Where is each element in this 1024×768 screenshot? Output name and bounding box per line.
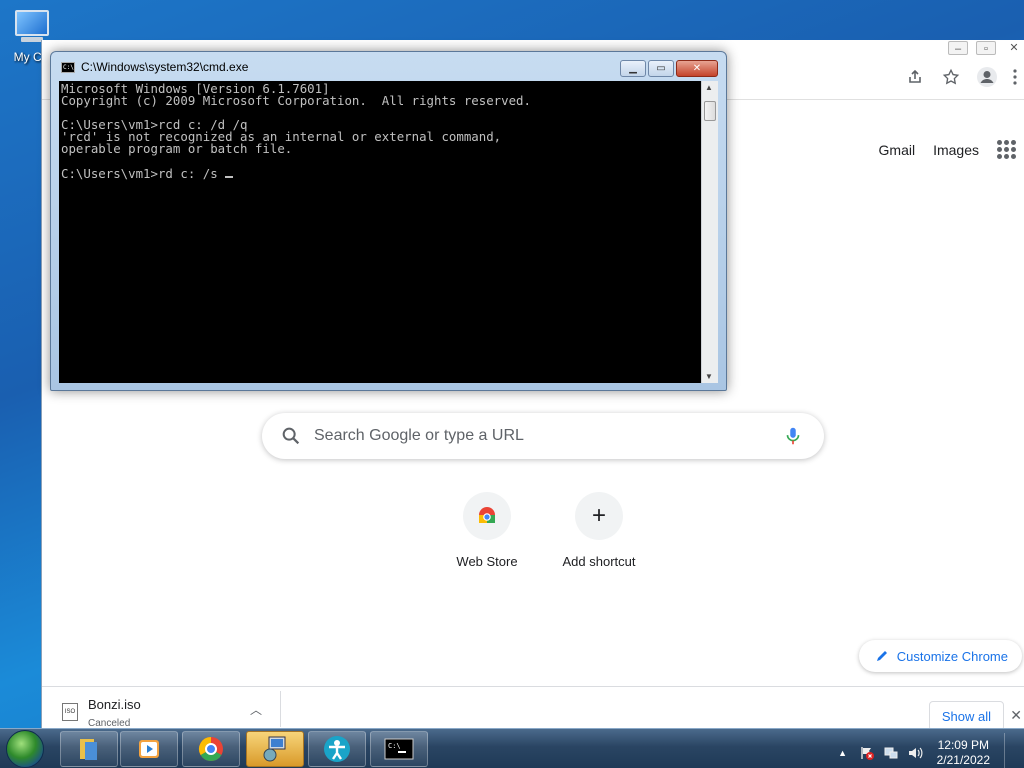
close-button[interactable]: ✕: [1004, 41, 1024, 55]
cmd-minimize-button[interactable]: ▁: [620, 60, 646, 77]
console-prompt-line[interactable]: C:\Users\vm1>rd c: /s: [61, 165, 699, 181]
taskbar-explorer[interactable]: [60, 731, 118, 767]
images-link[interactable]: Images: [933, 142, 979, 158]
text-cursor: [225, 175, 234, 178]
shortcut-web-store[interactable]: Web Store: [431, 492, 543, 569]
show-all-button[interactable]: Show all: [928, 701, 1004, 731]
shortcut-add[interactable]: + Add shortcut: [543, 492, 655, 569]
start-button[interactable]: [6, 730, 44, 768]
search-icon: [282, 427, 300, 445]
command-prompt-icon: C:\: [384, 738, 414, 760]
microphone-icon[interactable]: [782, 425, 804, 447]
cmd-maximize-button[interactable]: ▭: [648, 60, 674, 77]
clock[interactable]: 12:09 PM 2/21/2022: [937, 738, 990, 768]
search-input[interactable]: [314, 427, 782, 445]
scroll-down-arrow-icon[interactable]: ▼: [705, 372, 713, 381]
google-top-links: Gmail Images: [879, 140, 1016, 159]
clock-time: 12:09 PM: [937, 738, 989, 752]
share-icon[interactable]: [904, 66, 926, 88]
gmail-link[interactable]: Gmail: [879, 142, 916, 158]
more-menu-icon[interactable]: [1012, 66, 1018, 88]
cmd-icon: C:\: [61, 61, 75, 73]
search-box[interactable]: [262, 413, 824, 459]
cmd-scrollbar[interactable]: ▲ ▼: [701, 81, 718, 383]
cmd-close-button[interactable]: ✕: [676, 60, 718, 77]
download-shelf: ISO Bonzi.iso Canceled ︿ Show all ✕: [42, 686, 1024, 731]
scroll-thumb[interactable]: [704, 101, 716, 121]
taskbar-media-player[interactable]: [120, 731, 178, 767]
minimize-button[interactable]: –: [948, 41, 968, 55]
plus-icon: +: [575, 492, 623, 540]
volume-icon[interactable]: [907, 745, 923, 761]
taskbar-cmd[interactable]: C:\: [370, 731, 428, 767]
svg-text:C:\: C:\: [388, 742, 401, 750]
chrome-icon: [198, 737, 223, 762]
close-icon[interactable]: ✕: [1010, 707, 1022, 724]
iso-file-icon: ISO: [62, 703, 78, 721]
clock-date: 2/21/2022: [936, 753, 990, 767]
chevron-up-icon[interactable]: ︿: [250, 701, 262, 718]
download-file-name: Bonzi.iso: [88, 697, 141, 712]
taskbar-installer[interactable]: [246, 731, 304, 767]
profile-avatar-icon[interactable]: [976, 66, 998, 88]
cmd-window: C:\ C:\Windows\system32\cmd.exe ▁ ▭ ✕ Mi…: [50, 51, 727, 391]
console-output[interactable]: Microsoft Windows [Version 6.1.7601] Copy…: [59, 81, 701, 383]
divider: [280, 691, 281, 727]
show-desktop-button[interactable]: [1004, 733, 1016, 768]
taskbar-chrome[interactable]: [182, 731, 240, 767]
console-line: C:\Users\vm1>rd c: /s: [61, 165, 226, 181]
shortcut-label: Add shortcut: [562, 554, 636, 569]
person-circle-icon: [324, 736, 350, 762]
shortcut-label: Web Store: [456, 554, 518, 569]
maximize-button[interactable]: ▫: [976, 41, 996, 55]
scroll-up-arrow-icon[interactable]: ▲: [705, 83, 713, 92]
web-store-icon: [463, 492, 511, 540]
pencil-icon: [876, 651, 887, 661]
computer-icon: [9, 8, 53, 44]
folder-icon: [80, 739, 97, 760]
taskbar-accessibility-app[interactable]: [308, 731, 366, 767]
google-apps-icon[interactable]: [997, 140, 1016, 159]
network-icon[interactable]: [883, 745, 899, 761]
console-line: Copyright (c) 2009 Microsoft Corporation…: [61, 93, 531, 109]
cmd-title: C:\Windows\system32\cmd.exe: [81, 60, 249, 74]
cmd-titlebar[interactable]: C:\ C:\Windows\system32\cmd.exe ▁ ▭ ✕: [51, 52, 726, 82]
download-item[interactable]: ISO Bonzi.iso Canceled: [62, 697, 141, 729]
taskbar: C:\ ▲ 12:09 PM 2/21/2022: [0, 728, 1024, 768]
customize-chrome-button[interactable]: Customize Chrome: [858, 640, 1022, 672]
system-tray: ▲ 12:09 PM 2/21/2022: [835, 733, 1016, 768]
console-line: operable program or batch file.: [61, 141, 293, 157]
bookmark-star-icon[interactable]: [940, 66, 962, 88]
media-player-icon: [139, 740, 159, 758]
installer-icon: [263, 736, 286, 762]
action-center-flag-icon[interactable]: [859, 745, 875, 761]
customize-label: Customize Chrome: [896, 648, 1008, 664]
show-hidden-icons-arrow-icon[interactable]: ▲: [835, 745, 851, 761]
